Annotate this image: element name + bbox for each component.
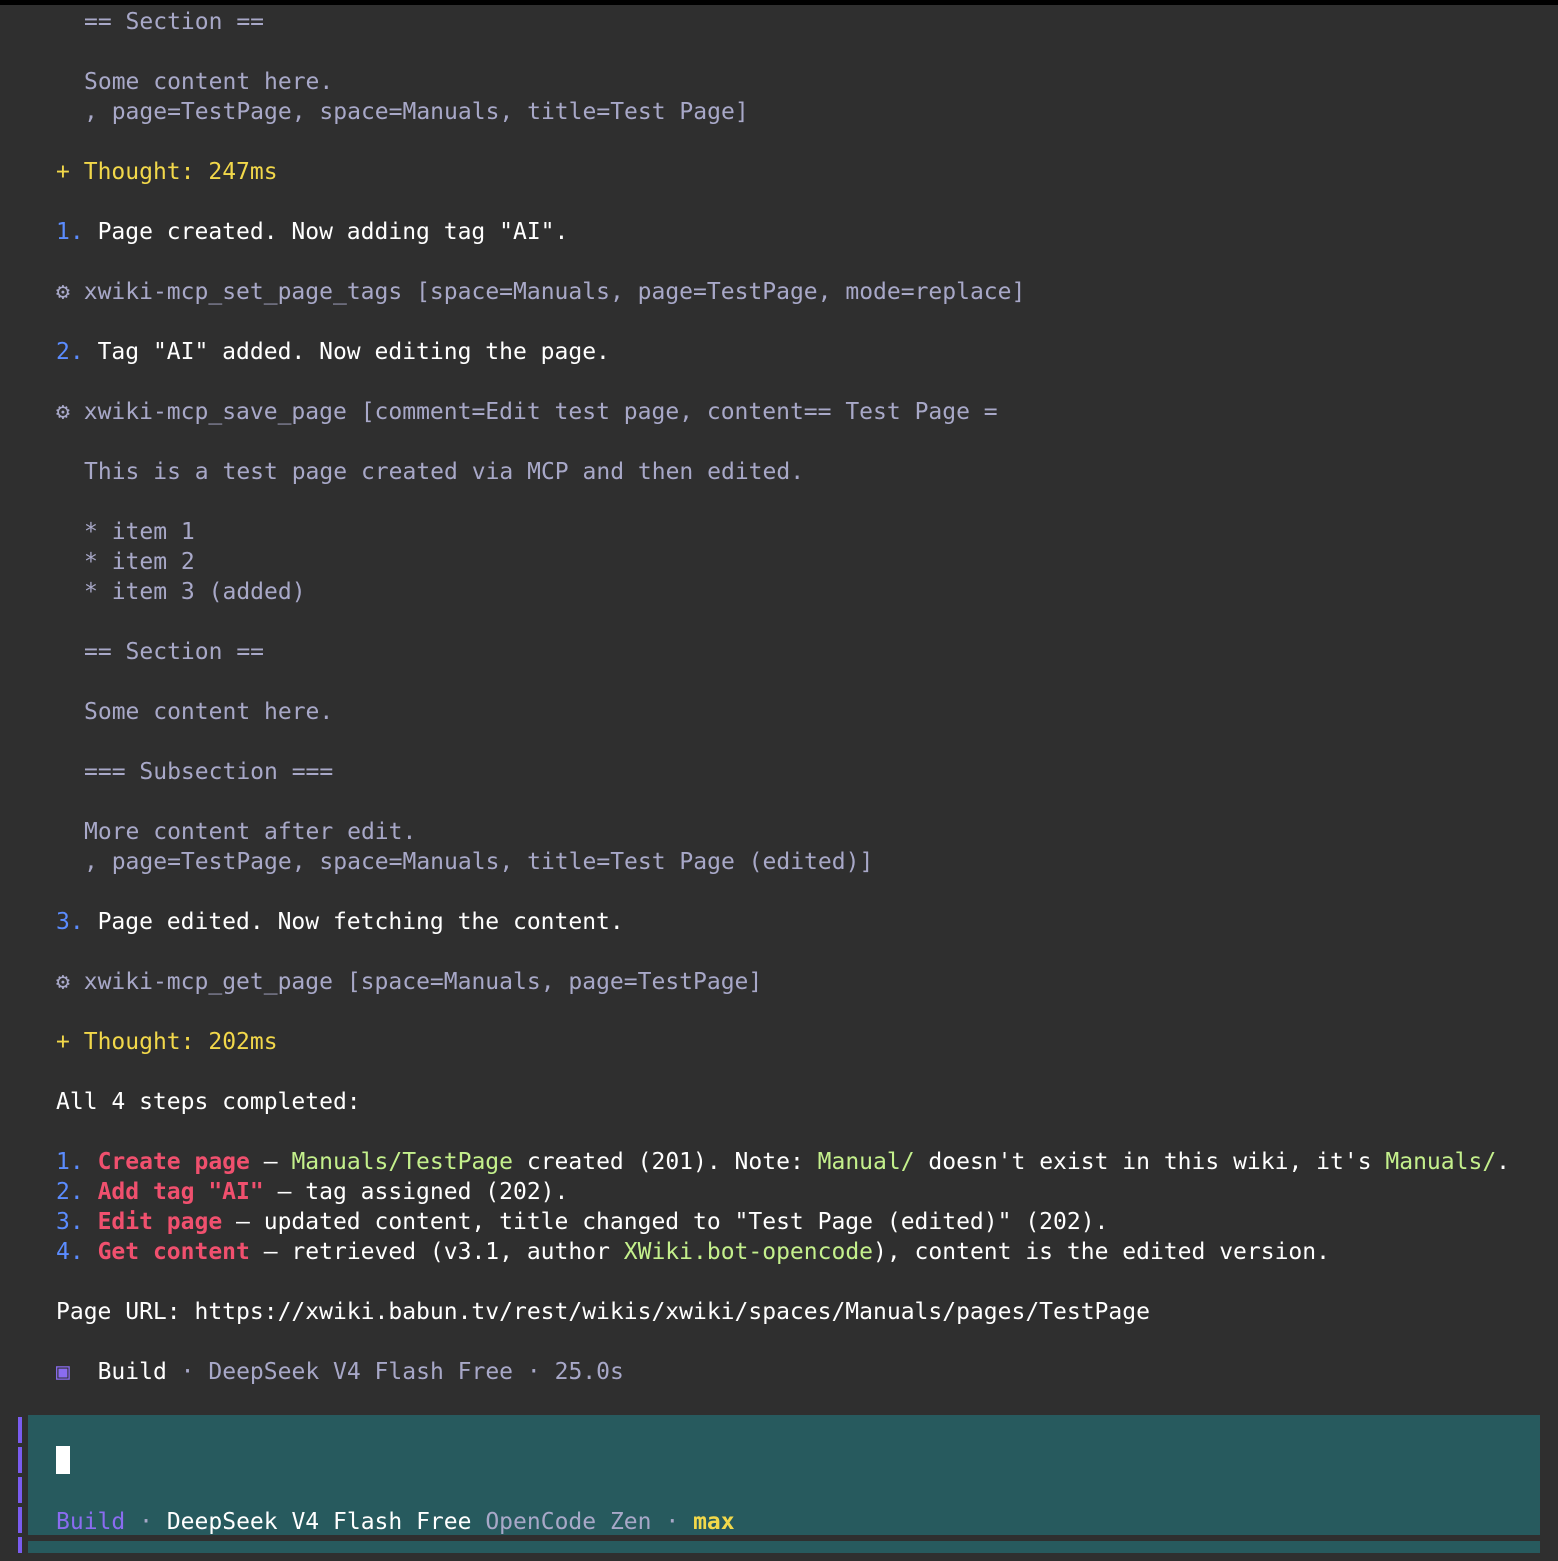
- step-number: 1.: [56, 219, 84, 245]
- input-model[interactable]: DeepSeek V4 Flash Free: [167, 1509, 472, 1535]
- input-accent-bar: [18, 1537, 22, 1553]
- text-cursor: [56, 1446, 70, 1474]
- input-accent-bar: [18, 1447, 22, 1473]
- footer-model: DeepSeek V4 Flash Free: [208, 1359, 514, 1385]
- build-icon: ▣: [56, 1359, 70, 1385]
- tool-name: xwiki-mcp_save_page: [83, 399, 347, 425]
- tool-output-line: This is a test page created via MCP and …: [84, 459, 805, 485]
- tool-output-line: More content after edit.: [84, 819, 417, 845]
- tool-call[interactable]: ⚙ xwiki-mcp_get_page [space=Manuals, pag…: [56, 967, 762, 997]
- summary-text: doesn't exist in this wiki, it's: [914, 1149, 1386, 1175]
- tool-output-line: == Section ==: [84, 639, 265, 665]
- input-accent-bar: [18, 1417, 22, 1443]
- summary-title: Add tag "AI": [97, 1179, 264, 1205]
- tool-args: [space=Manuals, page=TestPage]: [346, 969, 763, 995]
- footer-separator: ·: [526, 1359, 541, 1385]
- step-text: Tag "AI" added. Now editing the page.: [97, 339, 610, 365]
- summary-title: Edit page: [97, 1209, 223, 1235]
- input-separator: ·: [139, 1509, 153, 1535]
- step-message: 1. Page created. Now adding tag "AI".: [56, 217, 568, 247]
- thought-label: Thought:: [83, 159, 195, 185]
- tool-output-line: == Section ==: [84, 9, 265, 35]
- summary-text: .: [1496, 1149, 1511, 1175]
- page-url-link[interactable]: https://xwiki.babun.tv/rest/wikis/xwiki/…: [194, 1299, 1149, 1325]
- input-accent-bar: [18, 1477, 22, 1503]
- tool-output-line: * item 3 (added): [84, 579, 306, 605]
- input-separator: ·: [665, 1509, 680, 1535]
- inline-path: Manuals/TestPage: [291, 1149, 513, 1175]
- gear-icon: ⚙: [56, 279, 70, 305]
- page-url-label: Page URL:: [56, 1299, 181, 1325]
- step-message: 2. Tag "AI" added. Now editing the page.: [56, 337, 610, 367]
- summary-text: — tag assigned (202).: [263, 1179, 569, 1205]
- tool-output-line: * item 1: [84, 519, 195, 545]
- input-status-line: Build · DeepSeek V4 Flash Free OpenCode …: [56, 1507, 735, 1537]
- message-footer: ▣ Build · DeepSeek V4 Flash Free · 25.0s: [56, 1357, 624, 1387]
- tool-name: xwiki-mcp_get_page: [83, 969, 333, 995]
- step-text: Page created. Now adding tag "AI".: [97, 219, 569, 245]
- summary-heading: All 4 steps completed:: [56, 1089, 361, 1115]
- summary-number: 3.: [56, 1209, 84, 1235]
- summary-number: 2.: [56, 1179, 84, 1205]
- thought-indicator[interactable]: + Thought: 202ms: [56, 1027, 278, 1057]
- summary-text: — retrieved (v3.1, author: [249, 1239, 624, 1265]
- tool-output-line: , page=TestPage, space=Manuals, title=Te…: [84, 99, 749, 125]
- expand-icon: +: [56, 159, 70, 185]
- summary-text: created (201). Note:: [513, 1149, 818, 1175]
- thought-duration: 202ms: [208, 1029, 278, 1055]
- step-text: Page edited. Now fetching the content.: [97, 909, 624, 935]
- thought-label: Thought:: [83, 1029, 195, 1055]
- step-number: 3.: [56, 909, 84, 935]
- summary-item: 2. Add tag "AI" — tag assigned (202).: [56, 1177, 568, 1207]
- summary-text: ), content is the edited version.: [873, 1239, 1330, 1265]
- prompt-input-bottom: [28, 1541, 1540, 1553]
- input-accent-bar: [18, 1507, 22, 1533]
- step-number: 2.: [56, 339, 84, 365]
- summary-text: — updated content, title changed to "Tes…: [222, 1209, 1109, 1235]
- footer-separator: ·: [180, 1359, 195, 1385]
- tool-output-line: Some content here.: [84, 69, 334, 95]
- inline-path: Manual/: [817, 1149, 915, 1175]
- summary-item: 3. Edit page — updated content, title ch…: [56, 1207, 1108, 1237]
- thought-indicator[interactable]: + Thought: 247ms: [56, 157, 278, 187]
- input-mode[interactable]: Build: [56, 1509, 125, 1535]
- tool-output-line: === Subsection ===: [84, 759, 334, 785]
- page-url-line: Page URL: https://xwiki.babun.tv/rest/wi…: [56, 1297, 1150, 1327]
- window-top-border: [0, 0, 1558, 5]
- input-provider: OpenCode Zen: [485, 1509, 652, 1535]
- footer-mode: Build: [97, 1359, 167, 1385]
- summary-title: Get content: [97, 1239, 250, 1265]
- summary-number: 1.: [56, 1149, 84, 1175]
- tool-output-line: * item 2: [84, 549, 195, 575]
- tool-args: [comment=Edit test page, content== Test …: [360, 399, 998, 425]
- gear-icon: ⚙: [56, 969, 70, 995]
- thought-duration: 247ms: [208, 159, 278, 185]
- inline-path: Manuals/: [1385, 1149, 1497, 1175]
- summary-text: —: [249, 1149, 292, 1175]
- input-variant[interactable]: max: [693, 1509, 735, 1535]
- summary-number: 4.: [56, 1239, 84, 1265]
- tool-call[interactable]: ⚙ xwiki-mcp_save_page [comment=Edit test…: [56, 397, 998, 427]
- tool-name: xwiki-mcp_set_page_tags: [83, 279, 403, 305]
- step-message: 3. Page edited. Now fetching the content…: [56, 907, 624, 937]
- tool-call[interactable]: ⚙ xwiki-mcp_set_page_tags [space=Manuals…: [56, 277, 1025, 307]
- gear-icon: ⚙: [56, 399, 70, 425]
- inline-path: XWiki.bot-opencode: [623, 1239, 874, 1265]
- tool-output-line: Some content here.: [84, 699, 334, 725]
- footer-time: 25.0s: [554, 1359, 624, 1385]
- tool-args: [space=Manuals, page=TestPage, mode=repl…: [416, 279, 1026, 305]
- summary-item: 1. Create page — Manuals/TestPage create…: [56, 1147, 1510, 1177]
- summary-item: 4. Get content — retrieved (v3.1, author…: [56, 1237, 1330, 1267]
- expand-icon: +: [56, 1029, 70, 1055]
- tool-output-line: , page=TestPage, space=Manuals, title=Te…: [84, 849, 874, 875]
- summary-title: Create page: [97, 1149, 250, 1175]
